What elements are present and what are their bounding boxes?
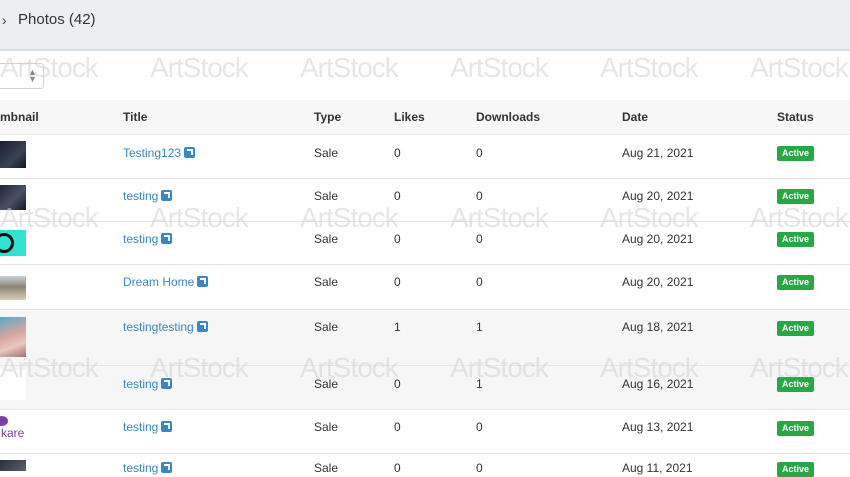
external-link-icon (161, 421, 173, 432)
photo-title-link[interactable]: Testing123 (123, 146, 196, 160)
type-cell: Sale (314, 146, 339, 160)
downloads-cell: 1 (476, 377, 483, 391)
photo-thumbnail[interactable] (0, 141, 26, 168)
watermark: ArtStock (450, 52, 549, 83)
type-cell: Sale (314, 275, 339, 289)
date-cell: Aug 20, 2021 (622, 189, 694, 203)
photo-thumbnail[interactable] (0, 185, 26, 210)
photo-title: testing (123, 189, 159, 203)
downloads-cell: 0 (476, 461, 483, 475)
watermark: ArtStock (600, 52, 699, 83)
table-row (0, 309, 850, 365)
status-badge: Active (777, 146, 814, 161)
type-cell: Sale (314, 320, 339, 334)
external-link-icon (161, 378, 173, 389)
external-link-icon (196, 321, 208, 332)
likes-cell: 1 (394, 320, 401, 334)
photo-title: testing (123, 232, 159, 246)
downloads-cell: 0 (476, 146, 483, 160)
likes-cell: 0 (394, 232, 401, 246)
downloads-cell: 0 (476, 275, 483, 289)
likes-cell: 0 (394, 420, 401, 434)
downloads-cell: 0 (476, 189, 483, 203)
column-header-likes[interactable]: Likes (394, 110, 425, 124)
status-badge: Active (777, 377, 814, 392)
external-link-icon (184, 147, 196, 158)
photo-thumbnail[interactable] (0, 370, 26, 400)
sort-arrows-icon: ▲ ▼ (28, 67, 37, 84)
column-header-downloads[interactable]: Downloads (476, 110, 540, 124)
status-badge: Active (777, 232, 814, 247)
column-header-thumbnail[interactable]: mbnail (0, 110, 39, 124)
date-cell: Aug 11, 2021 (622, 461, 693, 475)
photo-title-link[interactable]: Dream Home (123, 275, 209, 289)
chevron-right-icon[interactable]: › (2, 12, 7, 28)
external-link-icon (197, 276, 209, 287)
photo-thumbnail[interactable] (0, 317, 26, 357)
watermark: ArtStock (150, 52, 249, 83)
status-badge: Active (777, 421, 814, 436)
photo-title: testing (123, 461, 159, 475)
photo-title: Testing123 (123, 146, 182, 160)
type-cell: Sale (314, 420, 339, 434)
photo-title-link[interactable]: testingtesting (123, 320, 208, 334)
watermark: ArtStock (300, 52, 399, 83)
likes-cell: 0 (394, 461, 401, 475)
photo-thumbnail[interactable] (0, 276, 26, 300)
date-cell: Aug 21, 2021 (622, 146, 694, 160)
thumbnail-logo-text: kare (1, 426, 25, 440)
date-cell: Aug 20, 2021 (622, 232, 694, 246)
date-cell: Aug 18, 2021 (622, 320, 694, 334)
external-link-icon (161, 233, 173, 244)
type-cell: Sale (314, 189, 339, 203)
photo-title: testing (123, 377, 159, 391)
downloads-cell: 0 (476, 420, 483, 434)
photo-thumbnail[interactable] (0, 230, 26, 256)
photo-title: Dream Home (123, 275, 195, 289)
photos-panel-header[interactable]: › Photos (42) (0, 0, 850, 51)
column-header-type[interactable]: Type (314, 110, 341, 124)
photo-title-link[interactable]: testing (123, 377, 173, 391)
photo-thumbnail[interactable] (0, 460, 26, 471)
status-badge: Active (777, 462, 814, 477)
date-cell: Aug 20, 2021 (622, 275, 694, 289)
type-cell: Sale (314, 232, 339, 246)
ring-shape (0, 233, 14, 253)
page-length-select[interactable]: ▲ ▼ (0, 63, 44, 89)
likes-cell: 0 (394, 146, 401, 160)
type-cell: Sale (314, 461, 339, 475)
photo-thumbnail[interactable]: kare (0, 414, 26, 444)
status-badge: Active (777, 321, 814, 336)
column-header-date[interactable]: Date (622, 110, 648, 124)
external-link-icon (161, 190, 173, 201)
logo-dot (0, 416, 8, 426)
status-badge: Active (777, 275, 814, 290)
status-badge: Active (777, 189, 814, 204)
photo-title: testing (123, 420, 159, 434)
likes-cell: 0 (394, 275, 401, 289)
date-cell: Aug 13, 2021 (622, 420, 694, 434)
watermark: ArtStock (750, 52, 849, 83)
photo-title-link[interactable]: testing (123, 420, 173, 434)
photo-title-link[interactable]: testing (123, 232, 173, 246)
likes-cell: 0 (394, 377, 401, 391)
panel-title: Photos (42) (18, 11, 96, 28)
downloads-cell: 0 (476, 232, 483, 246)
downloads-cell: 1 (476, 320, 483, 334)
date-cell: Aug 16, 2021 (622, 377, 694, 391)
likes-cell: 0 (394, 189, 401, 203)
type-cell: Sale (314, 377, 339, 391)
external-link-icon (161, 462, 173, 473)
column-header-title[interactable]: Title (123, 110, 147, 124)
column-header-status[interactable]: Status (777, 110, 814, 124)
photo-title-link[interactable]: testing (123, 189, 173, 203)
photo-title: testingtesting (123, 320, 194, 334)
photo-title-link[interactable]: testing (123, 461, 173, 475)
